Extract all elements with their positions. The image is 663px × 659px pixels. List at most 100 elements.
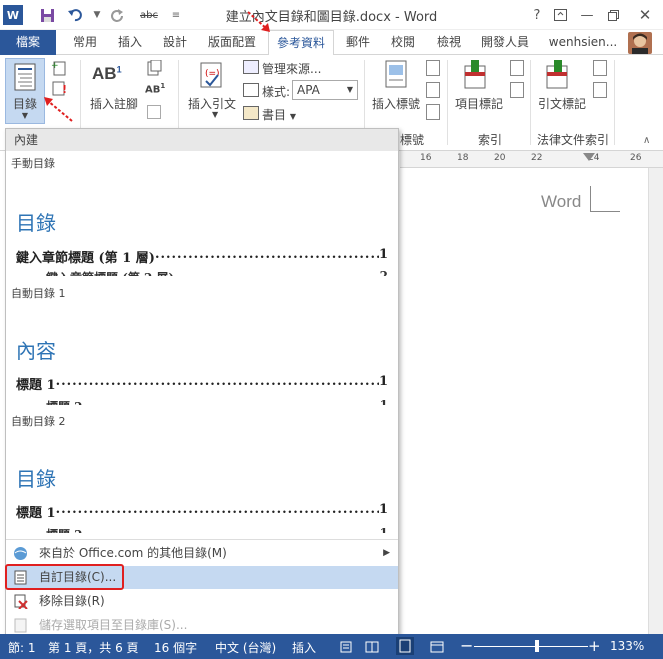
group-label-toa: 法律文件索引 xyxy=(537,133,610,147)
preview-line-cut: 標題 21 xyxy=(46,398,388,405)
style-value: APA xyxy=(297,83,320,97)
style-icon xyxy=(243,83,259,97)
next-footnote-icon[interactable]: AB1 xyxy=(145,82,165,95)
mark-entry-icon xyxy=(463,60,487,90)
read-mode-icon[interactable] xyxy=(365,641,379,656)
mark-citation-icon xyxy=(545,60,571,90)
style-label: 樣式: xyxy=(262,85,291,99)
tab-file[interactable]: 檔案 xyxy=(0,30,56,55)
zoom-out-button[interactable]: − xyxy=(460,636,473,655)
office-globe-icon xyxy=(14,547,27,560)
status-mode[interactable]: 插入 xyxy=(292,639,316,656)
menu-item-more-toc[interactable]: 來自於 Office.com 的其他目錄(M) ▶ xyxy=(6,542,398,565)
footnote-icon: AB1 xyxy=(92,64,122,83)
zoom-in-button[interactable]: + xyxy=(588,637,601,655)
insert-caption-icon xyxy=(385,60,407,88)
preview-heading: 目錄 xyxy=(16,467,56,491)
preview-heading: 目錄 xyxy=(16,211,56,235)
preview-line: 標題 11 xyxy=(16,374,388,393)
print-layout-icon[interactable] xyxy=(396,637,414,655)
menu-item-label: 移除目錄(R) xyxy=(39,594,105,608)
red-arrow-indicator-tab xyxy=(247,11,270,32)
gallery-item-auto1[interactable]: 內容 標題 11 標題 21 xyxy=(6,301,398,409)
insert-index-icon[interactable] xyxy=(510,60,524,76)
document-page[interactable]: Word xyxy=(400,168,648,634)
manage-sources-icon xyxy=(243,60,259,74)
insert-table-figures-icon[interactable] xyxy=(426,60,440,76)
ruler-tick: 18 xyxy=(457,153,469,163)
margin-marker xyxy=(590,211,620,212)
maximize-button[interactable] xyxy=(602,4,624,26)
status-bar: 節: 1 第 1 頁，共 6 頁 16 個字 中文 (台灣) 插入 − + 13… xyxy=(0,634,663,659)
manage-sources-button[interactable]: 管理來源... xyxy=(262,60,321,77)
collapse-ribbon-icon[interactable]: ∧ xyxy=(643,135,650,146)
update-index-icon[interactable] xyxy=(510,82,524,98)
mark-entry-button[interactable]: 項目標記 xyxy=(455,95,503,112)
preview-line-cut: 標題 21 xyxy=(46,526,388,533)
account-name[interactable]: wenhsien... xyxy=(540,30,626,55)
ruler-tick: 20 xyxy=(494,153,506,163)
tab-review[interactable]: 校閱 xyxy=(380,30,426,55)
text-cursor xyxy=(590,186,591,212)
avatar[interactable] xyxy=(628,32,652,54)
red-highlight-box xyxy=(5,564,124,590)
insert-toa-icon[interactable] xyxy=(593,60,607,76)
gallery-label-manual: 手動目錄 xyxy=(11,157,55,170)
gallery-item-manual[interactable]: 目錄 鍵入章節標題 (第 1 層)1 鍵入章節標題 (第 2 層)2 xyxy=(6,171,398,281)
insert-endnote-icon[interactable] xyxy=(145,59,163,76)
group-label-captions: 標號 xyxy=(400,133,425,147)
ruler-tick: 26 xyxy=(630,153,642,163)
toc-button[interactable]: 目錄 ▼ xyxy=(5,58,45,124)
zoom-slider[interactable] xyxy=(474,646,588,647)
cross-reference-icon[interactable] xyxy=(426,104,440,120)
mark-citation-button[interactable]: 引文標記 xyxy=(538,95,586,112)
zoom-level[interactable]: 133% xyxy=(610,639,644,653)
chevron-down-icon: ▼ xyxy=(21,111,29,120)
tab-view[interactable]: 檢視 xyxy=(426,30,472,55)
help-button[interactable]: ? xyxy=(526,4,548,26)
tab-references[interactable]: 參考資料 xyxy=(268,30,334,56)
tab-insert[interactable]: 插入 xyxy=(108,30,152,55)
show-notes-icon[interactable] xyxy=(147,105,161,119)
tab-developer[interactable]: 開發人員 xyxy=(472,30,538,55)
gallery-item-auto2[interactable]: 目錄 標題 11 標題 21 xyxy=(6,429,398,537)
status-words[interactable]: 16 個字 xyxy=(154,639,197,656)
title-bar: W ▼ abc ≡ 建立內文目錄和圖目錄.docx - Word ? — ✕ xyxy=(0,0,663,30)
document-text: Word xyxy=(541,192,582,211)
status-language[interactable]: 中文 (台灣) xyxy=(215,639,276,656)
update-figures-icon[interactable] xyxy=(426,82,440,98)
status-page[interactable]: 第 1 頁，共 6 頁 xyxy=(48,639,139,656)
ribbon-display-icon[interactable] xyxy=(549,4,571,26)
menu-item-label: 儲存選取項目至目錄庫(S)... xyxy=(39,618,188,632)
toc-button-label: 目錄 xyxy=(12,97,37,111)
tab-mailings[interactable]: 郵件 xyxy=(336,30,380,55)
menu-item-remove-toc[interactable]: 移除目錄(R) xyxy=(6,590,398,613)
gallery-label-auto1: 自動目錄 1 xyxy=(11,287,66,300)
minimize-button[interactable]: — xyxy=(576,4,598,26)
vertical-scrollbar[interactable] xyxy=(648,168,663,634)
ruler-tick: 16 xyxy=(420,153,432,163)
chevron-down-icon: ▼ xyxy=(212,110,219,119)
bibliography-button[interactable]: 書目 ▼ xyxy=(262,106,296,123)
insert-footnote-button[interactable]: 插入註腳 xyxy=(90,95,138,112)
bibliography-icon xyxy=(243,106,259,120)
tab-design[interactable]: 設計 xyxy=(152,30,198,55)
zoom-slider-thumb[interactable] xyxy=(535,640,539,652)
add-text-icon[interactable]: + xyxy=(51,60,69,76)
update-table-icon[interactable]: ! xyxy=(51,80,69,96)
group-label-index: 索引 xyxy=(478,133,503,147)
macro-record-icon[interactable] xyxy=(340,641,352,656)
horizontal-ruler[interactable]: 16 18 20 22 24 26 xyxy=(400,151,663,168)
preview-heading: 內容 xyxy=(16,339,56,363)
web-layout-icon[interactable] xyxy=(430,641,444,656)
close-button[interactable]: ✕ xyxy=(634,4,656,26)
style-dropdown[interactable]: APA ▼ xyxy=(292,80,358,100)
toc-dropdown-menu: 內建 手動目錄 目錄 鍵入章節標題 (第 1 層)1 鍵入章節標題 (第 2 層… xyxy=(5,128,399,636)
update-toa-icon[interactable] xyxy=(593,82,607,98)
svg-text:(=): (=) xyxy=(205,69,220,79)
toc-icon xyxy=(14,63,36,91)
status-section[interactable]: 節: 1 xyxy=(8,639,36,656)
right-indent-marker[interactable] xyxy=(583,153,595,165)
insert-caption-button[interactable]: 插入標號 xyxy=(372,95,420,112)
tab-home[interactable]: 常用 xyxy=(62,30,108,55)
